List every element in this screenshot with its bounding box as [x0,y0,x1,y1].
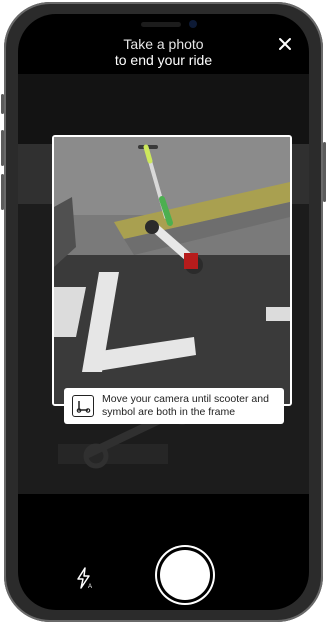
speaker [140,22,181,27]
page-title-line1: Take a photo [123,36,204,52]
front-camera [188,20,197,28]
flash-auto-icon[interactable]: A [74,566,94,590]
close-icon[interactable] [277,36,293,52]
page-title-line2: to end your ride [114,52,213,68]
svg-text:A: A [88,584,92,590]
shutter-button[interactable] [160,550,210,600]
captured-scene [54,137,290,404]
instruction-text: Move your camera until scooter and symbo… [102,393,269,418]
volume-up-button [1,130,4,166]
capture-frame [52,135,292,406]
scooter-symbol-icon [72,395,94,417]
page-title: Take a photo to end your ride [18,36,309,68]
power-button [323,142,326,202]
app-screen: Take a photo to end your ride Move your … [18,14,309,610]
instruction-tooltip: Move your camera until scooter and symbo… [64,388,284,424]
volume-down-button [1,174,4,210]
silent-switch [1,94,4,114]
